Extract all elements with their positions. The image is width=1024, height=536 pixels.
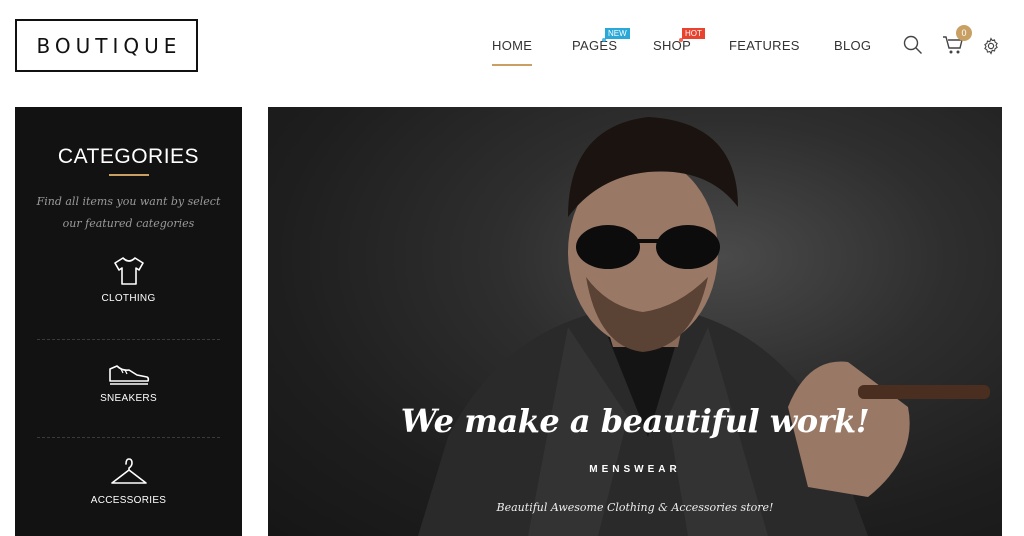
- nav-blog[interactable]: BLOG: [834, 38, 871, 53]
- category-accessories[interactable]: ACCESSORIES: [15, 457, 242, 506]
- divider: [37, 437, 220, 438]
- category-sneakers[interactable]: SNEAKERS: [15, 359, 242, 404]
- hero-tagline: We make a beautiful work!: [400, 402, 870, 440]
- tshirt-icon: [113, 257, 144, 285]
- categories-description: Find all items you want by select our fe…: [36, 195, 221, 230]
- categories-title: CATEGORIES: [57, 145, 200, 168]
- nav-features[interactable]: FEATURES: [729, 38, 800, 53]
- hot-badge: HOT: [679, 28, 705, 42]
- category-label: SNEAKERS: [100, 393, 157, 404]
- cart-count-badge: 0: [956, 25, 972, 41]
- new-badge: NEW: [602, 28, 630, 42]
- settings-gear-icon[interactable]: [982, 37, 1000, 60]
- category-label: ACCESSORIES: [90, 495, 167, 506]
- categories-sidebar: CATEGORIES Find all items you want by se…: [15, 107, 242, 536]
- hero-caption: Beautiful Awesome Clothing & Accessories…: [496, 501, 774, 514]
- nav-home[interactable]: HOME: [492, 38, 533, 66]
- hanger-icon: [110, 458, 147, 484]
- main-navigation: HOME PAGES NEW SHOP HOT FEATURES BLOG 0: [0, 0, 1024, 96]
- hero-banner[interactable]: We make a beautiful work! MENSWEAR Beaut…: [268, 107, 1002, 536]
- category-label: CLOTHING: [101, 293, 156, 304]
- category-clothing[interactable]: CLOTHING: [15, 255, 242, 304]
- nav-shop[interactable]: SHOP: [653, 38, 691, 53]
- sneaker-icon: [108, 365, 149, 385]
- title-underline: [109, 174, 149, 176]
- nav-pages[interactable]: PAGES: [572, 38, 617, 53]
- search-icon[interactable]: [903, 35, 923, 60]
- hero-subtitle: MENSWEAR: [589, 464, 681, 475]
- divider: [37, 339, 220, 340]
